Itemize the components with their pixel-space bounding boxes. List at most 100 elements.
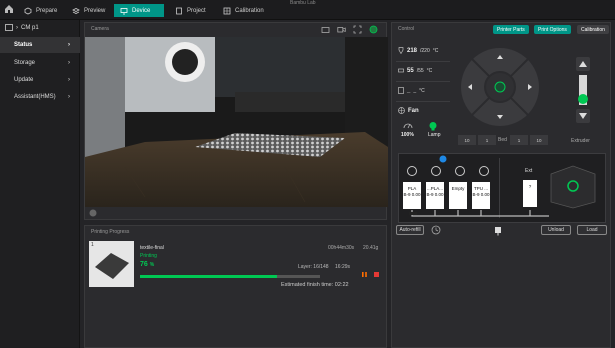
chamber-temp-target: _: [413, 87, 417, 94]
sidebar-item-label: Update: [14, 77, 34, 83]
tray-refresh-icon[interactable]: [431, 166, 441, 176]
layer-info: Layer: 16/148: [298, 264, 329, 270]
sidebar-item-assistant[interactable]: Assistant(HMS) ›: [0, 89, 80, 105]
home-icon[interactable]: [4, 4, 14, 14]
sidebar-item-update[interactable]: Update ›: [0, 72, 80, 88]
tray-sub: B-9 0.00: [472, 192, 490, 197]
recording-icon[interactable]: [321, 25, 330, 34]
chamber-temp: _ _ °C: [398, 87, 425, 94]
progress-title: Printing Progress: [91, 229, 130, 235]
ext-label: Ext: [525, 168, 533, 174]
app-window: Prepare Preview Device Project Calibrati…: [0, 0, 615, 348]
z-down-10-button[interactable]: 10: [530, 135, 548, 145]
chevron-right-icon: ›: [68, 77, 70, 83]
sidebar-item-label: Assistant(HMS): [14, 94, 56, 100]
tab-project[interactable]: Project: [169, 4, 212, 17]
tab-prepare[interactable]: Prepare: [18, 4, 63, 17]
tray-refresh-icon[interactable]: [455, 166, 465, 176]
sidebar-item-storage[interactable]: Storage ›: [0, 55, 80, 71]
z-up-10-button[interactable]: 10: [458, 135, 476, 145]
bed-temp-current: 55: [407, 67, 414, 74]
progress-bar-fill: [140, 275, 277, 278]
tray-sub: B-9 0.00: [426, 192, 444, 197]
print-status: Printing: [140, 253, 157, 259]
camera-panel: Camera: [84, 22, 388, 220]
ams-tray-2[interactable]: ...PLA... B-9 0.00: [426, 182, 444, 209]
ams-settings-icon[interactable]: [431, 225, 441, 235]
chamber-temp-unit: °C: [419, 87, 425, 94]
control-panel: Control Printer Parts Print Options Cali…: [391, 22, 611, 348]
calibration-button[interactable]: Calibration: [577, 25, 609, 34]
camera-title: Camera: [91, 26, 109, 32]
printer-diagram-icon: [550, 165, 596, 209]
tab-calibration[interactable]: Calibration: [217, 4, 270, 17]
xy-jog-pad[interactable]: [460, 47, 540, 127]
chamber-temp-current: _: [407, 87, 411, 94]
ams-tray-1[interactable]: PLA B-9 0.00: [403, 182, 421, 209]
bed-temp[interactable]: 55 /55 °C: [398, 67, 432, 74]
bed-icon: [398, 68, 404, 73]
ams-panel: PLA B-9 0.00 ...PLA... B-9 0.00 Empty TP…: [398, 153, 606, 223]
speed-icon[interactable]: [403, 121, 413, 129]
pause-icon[interactable]: [361, 271, 368, 278]
print-options-button[interactable]: Print Options: [534, 25, 571, 34]
tab-preview[interactable]: Preview: [66, 4, 111, 17]
bed-temp-unit: °C: [426, 67, 433, 74]
sidebar-item-label: Storage: [14, 60, 36, 66]
load-button[interactable]: Load: [577, 225, 607, 235]
chevron-right-icon: ›: [68, 42, 70, 48]
extruder-label: Extruder: [571, 138, 590, 144]
divider: [396, 81, 450, 82]
model-preview-icon: [95, 253, 129, 279]
calibration-icon: [223, 7, 231, 14]
unload-button[interactable]: Unload: [541, 225, 571, 235]
nozzle-temp-unit: °C: [432, 47, 439, 54]
auto-refill-button[interactable]: Auto-refill: [396, 225, 424, 235]
extruder-control: [576, 57, 590, 123]
sidebar-item-status[interactable]: Status ›: [0, 37, 80, 53]
percent-value: 76: [140, 261, 148, 268]
job-name: textile-final: [140, 245, 164, 251]
monitor-icon: [120, 7, 128, 14]
plate-number: 1: [91, 242, 94, 248]
ams-tray-4[interactable]: TPU ... B-9 0.00: [472, 182, 490, 209]
ext-spool-slot[interactable]: ?: [523, 180, 537, 207]
print-thumbnail: 1: [89, 241, 134, 287]
camera-status-icon[interactable]: [89, 209, 97, 217]
printer-selector[interactable]: › CM p1: [5, 24, 39, 31]
nozzle-temp[interactable]: 218 /220 °C: [398, 47, 438, 54]
tab-label: Prepare: [36, 7, 58, 14]
progress-percent: 76 %: [140, 261, 154, 268]
fan-control[interactable]: Fan: [398, 107, 419, 114]
sidebar-item-label: Status: [14, 42, 33, 48]
progress-bar: [140, 275, 320, 278]
speed-value: 100%: [401, 132, 414, 138]
divider: [396, 101, 450, 102]
stop-icon[interactable]: [373, 271, 380, 278]
tab-label: Project: [187, 7, 206, 14]
bed-temp-target: /55: [416, 67, 424, 74]
print-duration: 00h44m30s: [328, 245, 355, 251]
tray-refresh-icon[interactable]: [407, 166, 417, 176]
camera-settings-icon[interactable]: [369, 25, 378, 34]
tab-device[interactable]: Device: [114, 4, 164, 17]
time-remaining: 16:29s: [335, 264, 351, 270]
ams-tray-3[interactable]: Empty: [449, 182, 467, 209]
printer-parts-button[interactable]: Printer Parts: [493, 25, 529, 34]
chevron-right-icon: ›: [68, 94, 70, 100]
z-up-1-button[interactable]: 1: [478, 135, 496, 145]
ams-info-icon[interactable]: [439, 155, 447, 163]
z-down-1-button[interactable]: 1: [510, 135, 528, 145]
percent-unit: %: [149, 262, 155, 268]
fullscreen-icon[interactable]: [353, 25, 362, 34]
bed-label: Bed: [498, 137, 507, 143]
divider: [396, 61, 450, 62]
lamp-icon[interactable]: [428, 121, 438, 131]
chamber-icon: [398, 87, 404, 94]
tray-refresh-icon[interactable]: [479, 166, 489, 176]
filament-path-icon: [409, 210, 549, 217]
timelapse-icon[interactable]: [337, 25, 346, 34]
extruder-head-icon: [495, 227, 501, 236]
chevron-right-icon: ›: [68, 60, 70, 66]
sidebar: › CM p1 Status › Storage › Update › Assi…: [0, 20, 80, 348]
